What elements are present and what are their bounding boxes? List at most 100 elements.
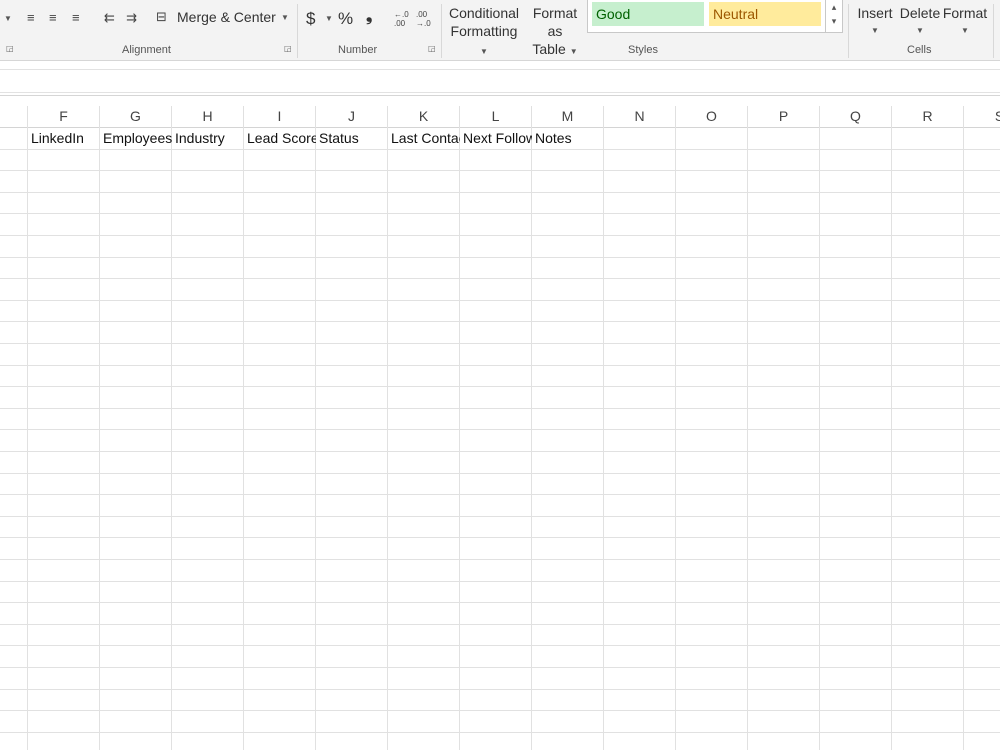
gridline [0,689,1000,690]
dialog-launcher-icon[interactable]: ◲ [284,45,292,53]
decrease-decimal-button[interactable]: .00 →.0 [416,10,434,28]
increase-decimal-button[interactable]: ←.0 .00 [394,10,410,28]
gridline [819,127,820,750]
currency-button[interactable]: $ [306,9,315,29]
column-header-h[interactable]: H [172,106,244,127]
ribbon: ▼ ≡ ≡ ≡ ⇇ ⇉ ⊟ Merge & Center ▼ Alignment… [0,0,1000,61]
header-cell-i[interactable]: Lead Score [244,127,316,148]
header-cell-q[interactable] [820,127,892,148]
comma-style-button[interactable]: ❟ [366,8,372,26]
align-right-icon[interactable]: ≡ [72,11,80,25]
chevron-down-icon: ▼ [480,47,488,56]
column-header-o[interactable]: O [676,106,748,127]
chevron-down-icon[interactable]: ▼ [325,14,333,23]
chevron-down-icon[interactable]: ▼ [281,13,289,22]
header-cell-l[interactable]: Next Follow [460,127,532,148]
gridline [963,127,964,750]
merge-center-label: Merge & Center [177,9,276,25]
percent-button[interactable]: % [338,9,353,29]
column-header-j[interactable]: J [316,106,388,127]
column-header-p[interactable]: P [748,106,820,127]
gridline [0,559,1000,560]
insert-label: Insert [857,5,893,21]
column-header-k[interactable]: K [388,106,460,127]
gridline [0,602,1000,603]
gridline [0,667,1000,668]
chevron-down-icon: ▼ [569,47,578,56]
column-header-n[interactable]: N [604,106,676,127]
gridline [459,127,460,750]
gridline [675,127,676,750]
dialog-launcher-icon[interactable]: ◲ [428,45,436,53]
gridline [99,127,100,750]
column-header-g[interactable]: G [100,106,172,127]
gridline [0,537,1000,538]
header-cell-g[interactable]: Employees [100,127,172,148]
align-left-icon[interactable]: ≡ [27,11,35,25]
gridline [387,127,388,750]
alignment-group-label: Alignment [122,44,171,56]
insert-button[interactable]: Insert ▼ [855,4,895,40]
header-cell-r[interactable] [892,127,964,148]
column-header-s[interactable]: S [964,106,1000,127]
gridline [27,127,28,750]
format-as-table-button[interactable]: Format as Table ▼ [524,4,586,61]
number-group-label: Number [338,44,378,56]
merge-icon: ⊟ [156,9,167,24]
header-cell-n[interactable] [604,127,676,148]
format-button[interactable]: Format ▼ [942,4,988,40]
column-header-partial[interactable] [0,106,28,127]
gallery-scroll-button[interactable]: ▴ ▾ [825,0,843,33]
format-as-table-label: Format as [532,5,578,39]
header-cell-k[interactable]: Last Contact [388,127,460,148]
column-header-m[interactable]: M [532,106,604,127]
gridline [0,516,1000,517]
style-neutral[interactable]: Neutral [709,2,821,26]
worksheet-grid[interactable]: LinkedIn Employees Industry Lead Score Statu… [0,127,1000,750]
gridline [531,127,532,750]
gridline [171,127,172,750]
column-header-l[interactable]: L [460,106,532,127]
header-cell-o[interactable] [676,127,748,148]
gridline [0,365,1000,366]
group-divider [297,4,298,58]
header-cell-p[interactable] [748,127,820,148]
gridline [0,624,1000,625]
gridline [747,127,748,750]
conditional-formatting-label: Conditional [448,5,520,21]
decrease-indent-icon[interactable]: ⇇ [104,11,115,25]
column-header-i[interactable]: I [244,106,316,127]
formula-bar[interactable] [0,69,1000,93]
column-header-r[interactable]: R [892,106,964,127]
align-center-icon[interactable]: ≡ [49,11,57,25]
header-cell-m[interactable]: Notes [532,127,604,148]
column-header-q[interactable]: Q [820,106,892,127]
conditional-formatting-button[interactable]: Conditional Formatting ▼ [446,4,522,61]
gridline [0,581,1000,582]
more-icon: ▾ [831,16,837,26]
gridline [0,170,1000,171]
gridline [0,343,1000,344]
dialog-launcher-icon[interactable]: ◲ [6,45,14,53]
header-cell-h[interactable]: Industry [172,127,244,148]
gridline [0,386,1000,387]
header-cell-s[interactable] [964,127,1000,148]
gridline [0,408,1000,409]
header-cell-j[interactable]: Status [316,127,388,148]
column-header-f[interactable]: F [28,106,100,127]
header-cell-f[interactable]: LinkedIn [28,127,100,148]
gridline [0,149,1000,150]
styles-group-label: Styles [628,44,658,56]
increase-indent-icon[interactable]: ⇉ [126,11,137,25]
gridline [0,257,1000,258]
conditional-formatting-label: Formatting [450,23,518,39]
gridline [0,645,1000,646]
style-good[interactable]: Good [592,2,704,26]
gridline [0,300,1000,301]
chevron-down-icon: ▼ [961,26,969,35]
chevron-down-icon[interactable]: ▼ [4,14,12,23]
group-divider [848,4,849,58]
gridline [0,451,1000,452]
gridline [891,127,892,750]
delete-button[interactable]: Delete ▼ [898,4,942,40]
